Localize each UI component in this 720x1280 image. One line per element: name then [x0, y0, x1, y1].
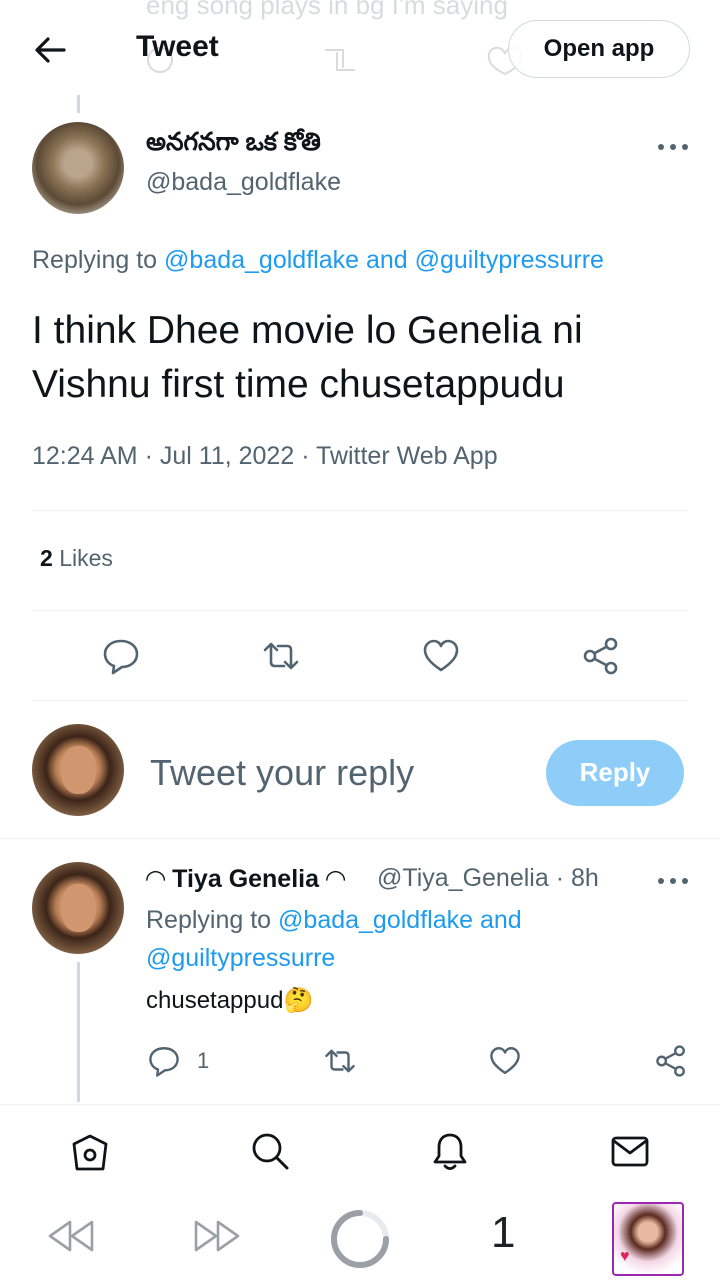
reply-icon[interactable] [147, 1044, 181, 1078]
thread-line [77, 95, 80, 113]
avatar-face [61, 884, 97, 932]
avatar-face [61, 746, 97, 794]
retweet-icon[interactable] [261, 636, 301, 676]
replying-links[interactable]: @guiltypressurre [146, 944, 335, 973]
replying-links[interactable]: @bada_goldflake and @guiltypressurre [164, 246, 604, 274]
reply-author-handle[interactable]: @Tiya_Genelia · 8h [377, 864, 599, 893]
share-icon[interactable] [654, 1044, 688, 1078]
reply-icon[interactable] [101, 636, 141, 676]
tweet-source[interactable]: Twitter Web App [316, 442, 498, 470]
reply-author-name[interactable]: ◠ Tiya Genelia ◠ [146, 864, 345, 894]
rewind-icon[interactable] [46, 1216, 96, 1256]
tweet-date[interactable]: Jul 11, 2022 [160, 442, 294, 470]
reply-text: chusetappud🤔 [146, 987, 314, 1014]
like-icon[interactable] [488, 1044, 522, 1078]
replying-prefix: Replying to [146, 906, 272, 934]
like-icon[interactable] [421, 636, 461, 676]
reply-author-avatar[interactable] [32, 862, 124, 954]
messages-icon[interactable] [610, 1131, 650, 1171]
reply-input[interactable]: Tweet your reply [150, 752, 414, 794]
likes-stat[interactable]: 2 Likes [40, 545, 113, 572]
more-icon[interactable] [656, 142, 690, 152]
notifications-icon[interactable] [430, 1131, 470, 1171]
tweet-text: I think Dhee movie lo Genelia ni Vishnu … [32, 309, 583, 406]
user-avatar[interactable] [32, 724, 124, 816]
divider [32, 610, 688, 611]
top-bar: Tweet Open app [0, 0, 720, 100]
reply-button[interactable]: Reply [546, 740, 684, 806]
heart-icon: ♥ [620, 1248, 630, 1265]
thread-line [77, 962, 80, 1102]
page-title: Tweet [136, 30, 219, 63]
likes-label: Likes [59, 545, 113, 571]
divider [32, 510, 688, 511]
separator: · [144, 442, 160, 470]
separator: · [301, 442, 317, 470]
open-app-button[interactable]: Open app [508, 20, 690, 78]
replying-prefix: Replying to [32, 246, 158, 274]
replying-to: Replying to @bada_goldflake and @guiltyp… [32, 246, 604, 275]
author-avatar[interactable] [32, 122, 124, 214]
author-name[interactable]: అనగనగా ఒక కోతి [146, 128, 321, 163]
tab-thumbnail[interactable]: ♥ [612, 1202, 684, 1276]
search-icon[interactable] [250, 1131, 290, 1171]
share-icon[interactable] [581, 636, 621, 676]
bottom-nav [0, 1104, 720, 1196]
more-icon[interactable] [656, 876, 690, 886]
back-arrow-icon[interactable] [30, 30, 70, 70]
tweet-time[interactable]: 12:24 AM [32, 442, 138, 470]
fast-forward-icon[interactable] [192, 1216, 242, 1256]
author-handle[interactable]: @bada_goldflake [146, 168, 341, 197]
reply-count: 1 [197, 1048, 210, 1073]
tab-count[interactable]: 1 [491, 1208, 515, 1258]
divider [0, 838, 720, 839]
replying-links[interactable]: @bada_goldflake and [278, 906, 522, 934]
likes-count: 2 [40, 545, 53, 571]
loading-icon [331, 1210, 389, 1268]
reply-replying-to: Replying to @bada_goldflake and [146, 906, 522, 935]
retweet-icon[interactable] [323, 1044, 357, 1078]
tweet-meta: 12:24 AM · Jul 11, 2022 · Twitter Web Ap… [32, 442, 498, 471]
home-icon[interactable] [70, 1133, 110, 1173]
divider [32, 700, 688, 701]
